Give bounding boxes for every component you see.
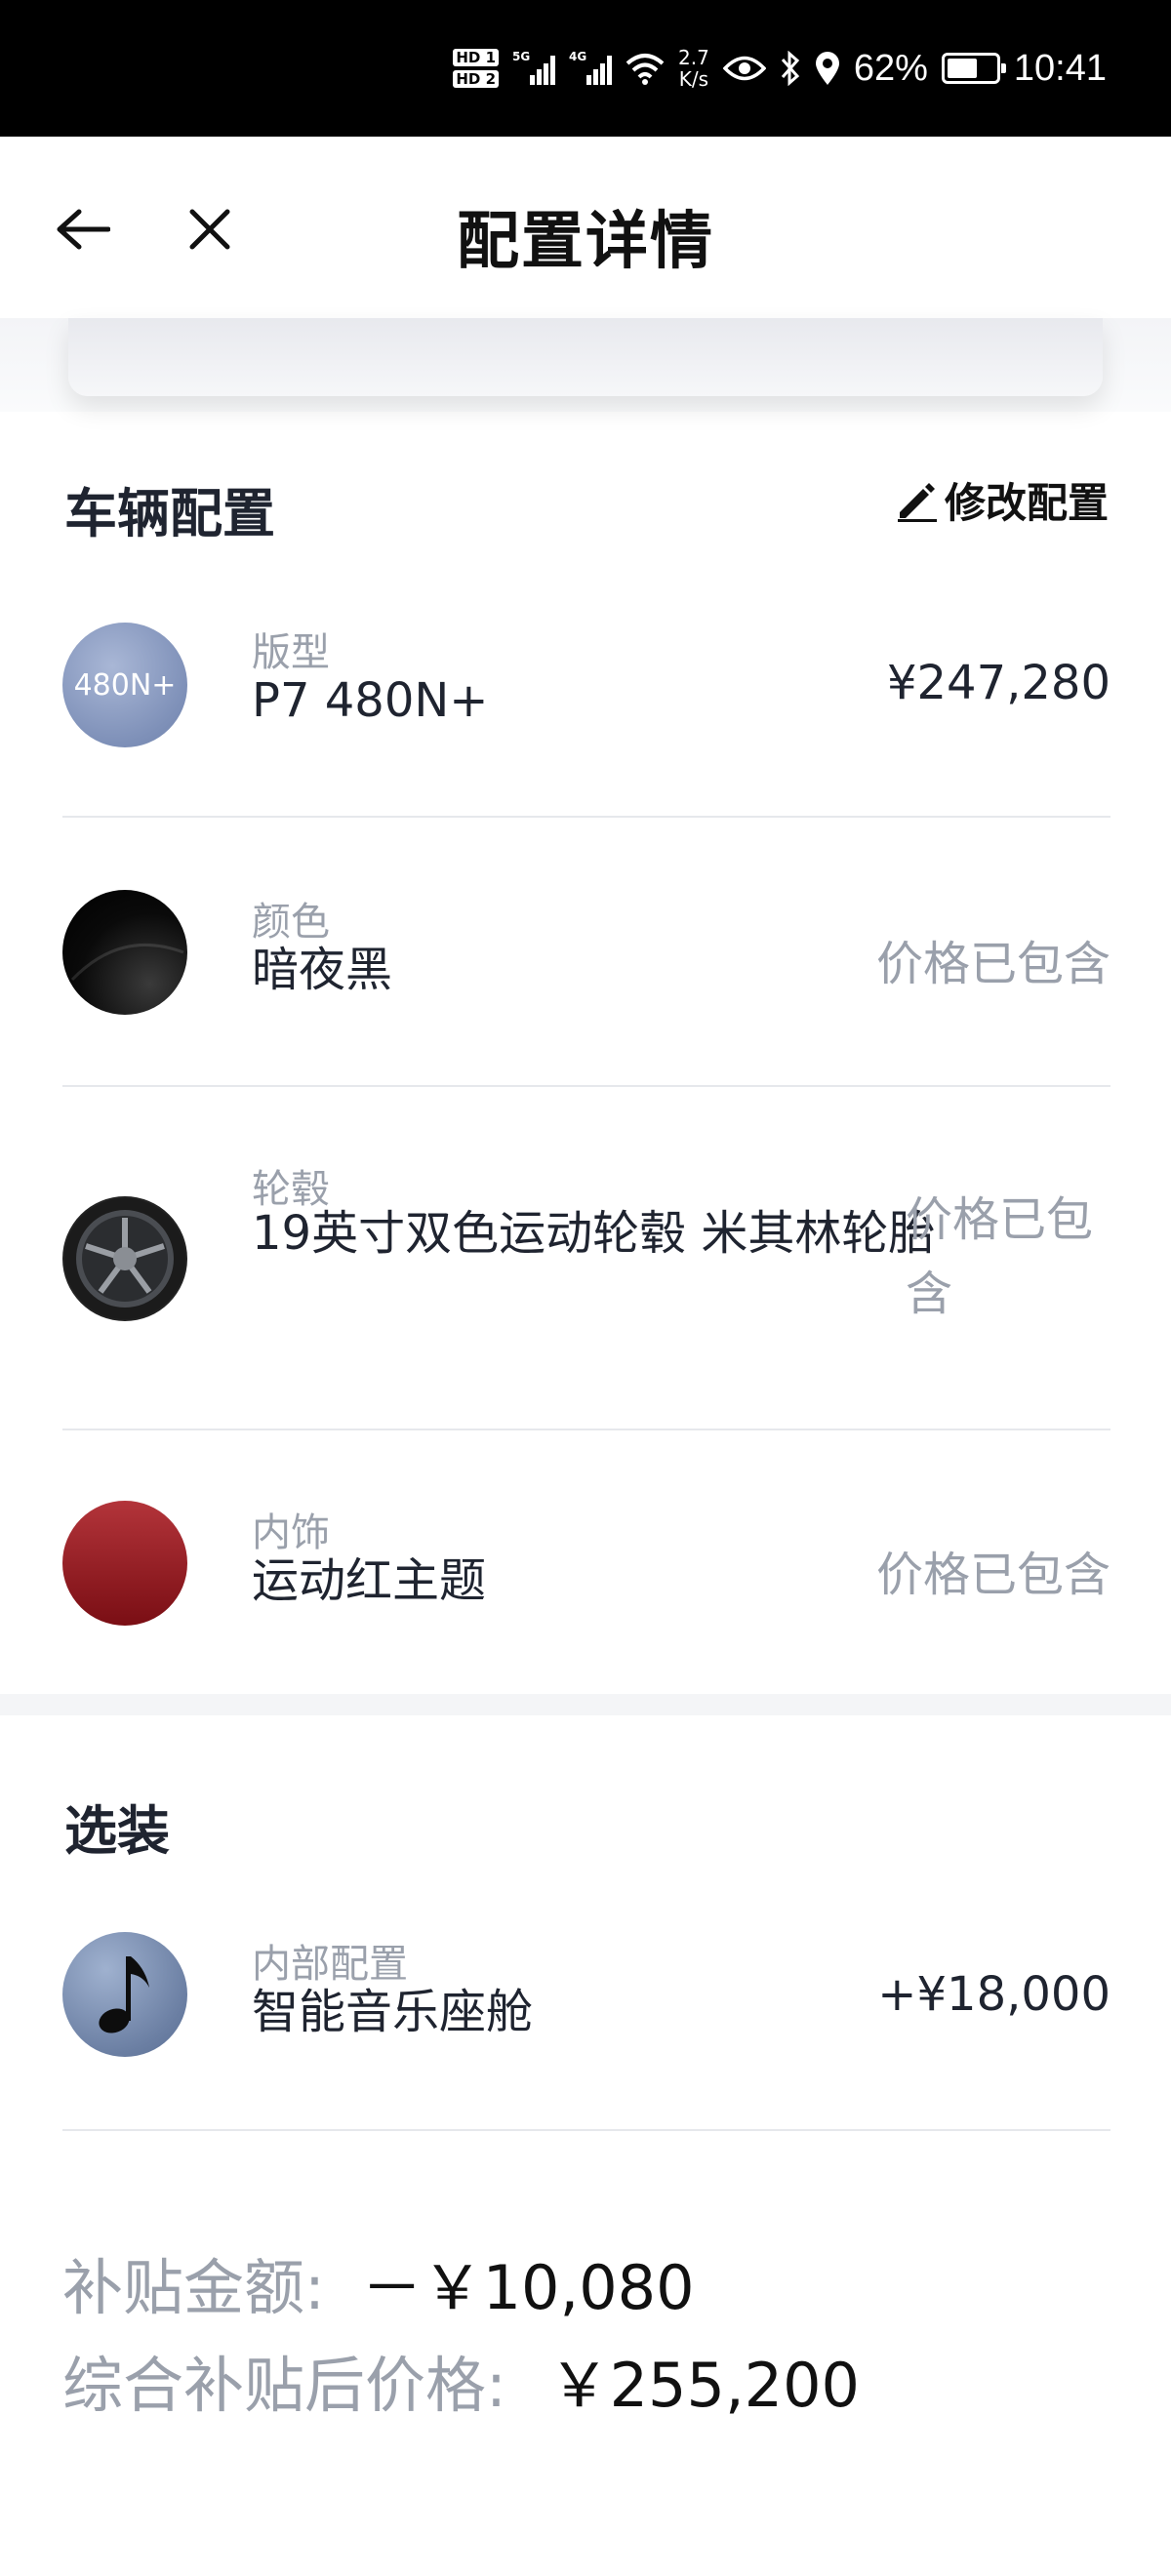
battery-fill [947,59,977,78]
config-item-wheel[interactable]: 轮毂 19英寸双色运动轮毂 米其林轮胎 价格已包含 [62,1157,1110,1372]
network-speed: 2.7 K/s [678,47,709,90]
speed-value: 2.7 [678,46,709,69]
final-price-label: 综合补贴后价格: [62,2350,506,2421]
divider [62,816,1110,818]
version-thumb: 480N+ [62,623,187,747]
wheel-icon [64,1198,185,1319]
vehicle-config-title: 车辆配置 [64,483,275,544]
network-5g-label: 5G [512,50,531,63]
color-swatch-black [62,890,187,1015]
item-price: +¥18,000 [877,1967,1110,2022]
signal-icon: 5G [512,50,556,85]
final-price-row: 综合补贴后价格: ￥255,200 [62,2336,860,2424]
item-price: 价格已包含 [875,1548,1110,1602]
edit-config-button[interactable]: 修改配置 [896,470,1109,530]
divider [62,2129,1110,2131]
item-price: 价格已包含 [875,937,1110,991]
status-icons: HD 1 HD 2 5G 4G 2.7 K/s 62% 10:41 [453,47,1107,90]
item-name: 暗夜黑 [252,943,393,997]
subsidy-label: 补贴金额: [62,2252,325,2323]
clock: 10:41 [1013,47,1107,89]
edit-config-label: 修改配置 [944,479,1109,527]
bluetooth-icon [781,51,799,86]
interior-swatch-red [62,1501,187,1626]
hd2-badge: HD 2 [453,70,500,88]
config-item-version[interactable]: 480N+ 版型 P7 480N+ ¥247,280 [62,621,1110,757]
header: 配置详情 [0,137,1171,318]
speed-unit: K/s [678,67,709,91]
swatch-gloss [70,943,184,982]
divider [62,1085,1110,1087]
battery-percent: 62% [853,47,928,89]
options-title: 选装 [64,1800,170,1862]
version-thumb-label: 480N+ [73,667,177,703]
option-item-music[interactable]: 内部配置 智能音乐座舱 +¥18,000 [62,1932,1110,2069]
config-item-interior[interactable]: 内饰 运动红主题 价格已包含 [62,1501,1110,1637]
location-icon [815,52,839,85]
item-price: 价格已包含 [906,1192,1094,1321]
status-bar: HD 1 HD 2 5G 4G 2.7 K/s 62% 10:41 [0,0,1171,137]
subsidy-value: －￥10,080 [361,2252,695,2323]
network-4g-label: 4G [569,50,587,63]
pencil-icon [897,482,937,522]
subsidy-row: 补贴金额: －￥10,080 [62,2238,695,2326]
wifi-icon [626,54,665,85]
battery-icon [941,53,1006,84]
section-separator [0,1694,1171,1715]
item-name: 智能音乐座舱 [252,1985,534,2039]
final-price-value: ￥255,200 [548,2350,860,2421]
signal-icon: 4G [569,50,613,85]
item-name: 运动红主题 [252,1553,487,1608]
item-name: 19英寸双色运动轮毂 米其林轮胎 [252,1206,936,1261]
page-title: 配置详情 [457,206,714,278]
hd-indicators: HD 1 HD 2 [453,49,500,88]
header-shadow [0,318,1171,412]
collapsed-card [68,318,1103,396]
music-thumb [62,1932,187,2057]
music-note-icon [99,1956,149,2033]
divider [62,1429,1110,1430]
config-item-color[interactable]: 颜色 暗夜黑 价格已包含 [62,890,1110,1026]
hd1-badge: HD 1 [453,49,500,66]
eye-icon [722,56,766,81]
item-price: ¥247,280 [886,656,1110,710]
wheel-thumb [62,1196,187,1321]
item-name: P7 480N+ [252,673,489,728]
